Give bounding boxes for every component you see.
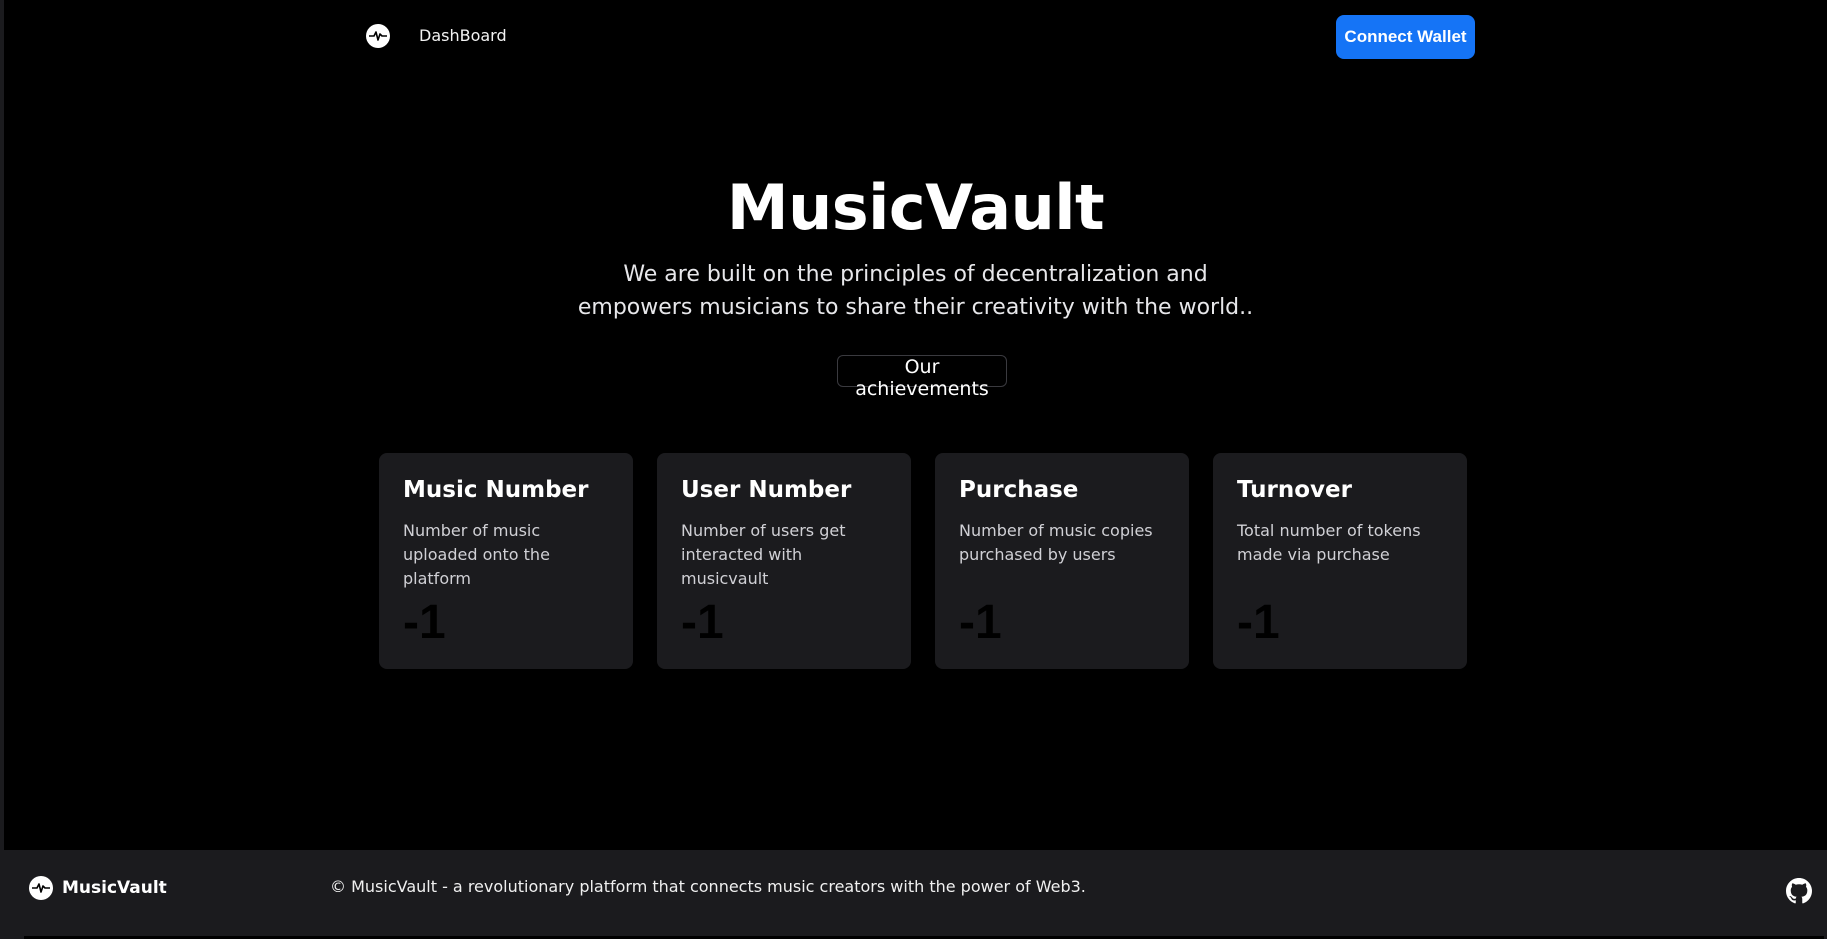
hero-subtitle: We are built on the principles of decent…: [4, 258, 1827, 324]
stat-card-description: Number of music uploaded onto the platfo…: [403, 521, 550, 588]
connect-wallet-button[interactable]: Connect Wallet: [1336, 15, 1475, 59]
footer-brand: MusicVault: [62, 878, 167, 898]
stat-card-user-number: User Number Number of users get interact…: [657, 453, 911, 669]
pulse-logo-icon[interactable]: [366, 24, 390, 48]
stat-card-value: -1: [959, 596, 1002, 649]
stat-card-value: -1: [1237, 596, 1280, 649]
top-nav: DashBoard Connect Wallet: [4, 0, 1827, 76]
hero-subtitle-line-1: We are built on the principles of decent…: [623, 262, 1208, 287]
hero-subtitle-line-2: empowers musicians to share their creati…: [577, 295, 1254, 320]
stat-card-purchase: Purchase Number of music copies purchase…: [935, 453, 1189, 669]
hero-title: MusicVault: [726, 171, 1105, 244]
our-achievements-button[interactable]: Our achievements: [837, 355, 1007, 400]
footer-copyright: © MusicVault - a revolutionary platform …: [330, 877, 1086, 896]
stat-card-description: Total number of tokens made via purchase: [1237, 521, 1421, 564]
github-icon[interactable]: [1786, 878, 1812, 904]
nav-dashboard-link[interactable]: DashBoard: [419, 26, 507, 45]
stat-card-title: Turnover: [1237, 477, 1352, 503]
stat-card-turnover: Turnover Total number of tokens made via…: [1213, 453, 1467, 669]
stats-cards: Music Number Number of music uploaded on…: [379, 453, 1467, 669]
stat-card-value: -1: [681, 596, 724, 649]
stat-card-description: Number of music copies purchased by user…: [959, 521, 1153, 564]
stat-card-music-number: Music Number Number of music uploaded on…: [379, 453, 633, 669]
stat-card-title: User Number: [681, 477, 852, 503]
stat-card-value: -1: [403, 596, 446, 649]
pulse-logo-icon: [29, 876, 53, 900]
stat-card-title: Music Number: [403, 477, 589, 503]
page: DashBoard Connect Wallet MusicVault We a…: [0, 0, 1827, 939]
stat-card-title: Purchase: [959, 477, 1079, 503]
footer: MusicVault © MusicVault - a revolutionar…: [4, 850, 1827, 939]
stat-card-description: Number of users get interacted with musi…: [681, 521, 846, 588]
